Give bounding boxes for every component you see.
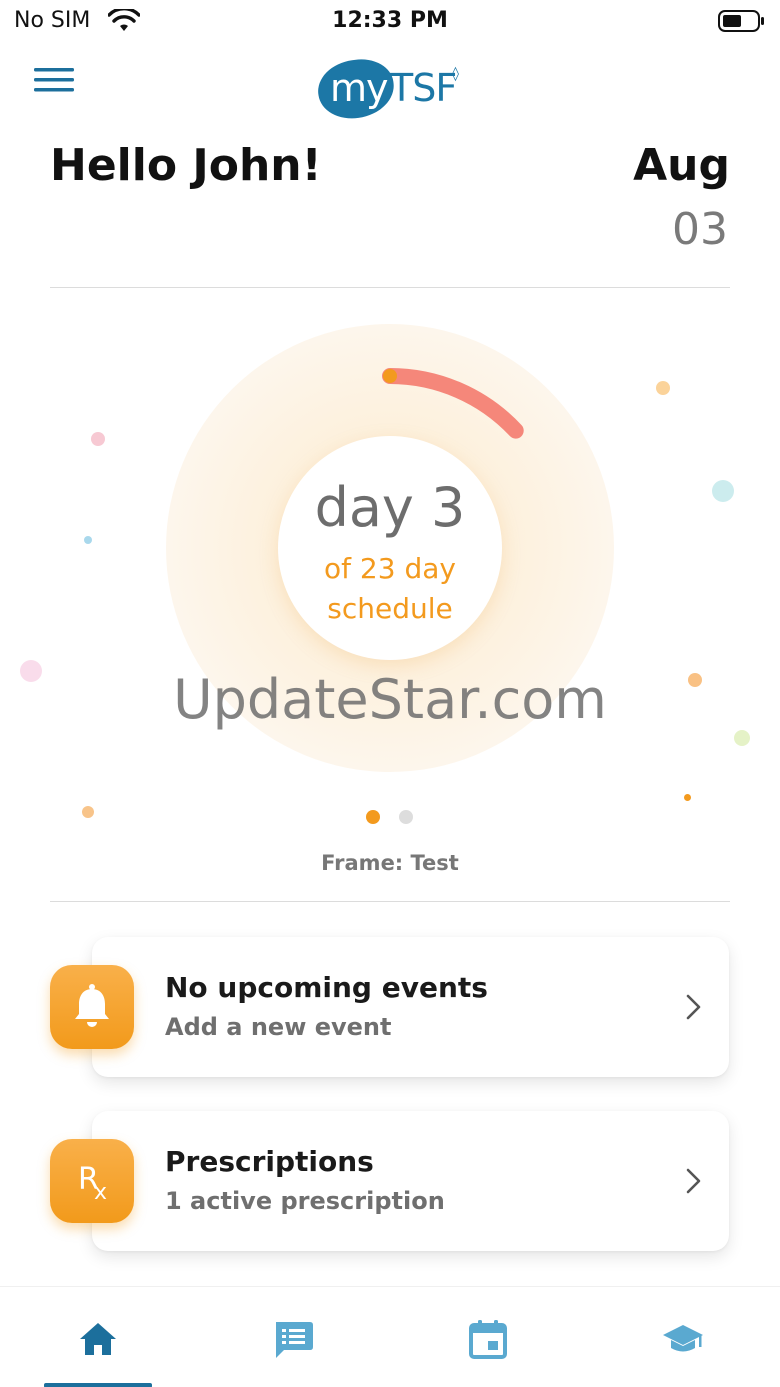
chevron-right-icon — [686, 994, 701, 1020]
nav-home[interactable] — [0, 1287, 195, 1387]
events-card-title: No upcoming events — [165, 971, 488, 1004]
nav-education[interactable] — [585, 1287, 780, 1387]
rx-icon[interactable]: R x — [50, 1139, 134, 1223]
frame-label: Frame: Test — [321, 851, 459, 875]
date-month: Aug — [633, 140, 730, 191]
hamburger-menu-icon[interactable] — [34, 64, 74, 96]
education-icon — [663, 1325, 703, 1352]
decor-dot — [656, 381, 670, 395]
status-bar: No SIM 12:33 PM — [0, 0, 780, 44]
bell-icon[interactable] — [50, 965, 134, 1049]
chevron-right-icon — [686, 1168, 701, 1194]
date-day: 03 — [672, 204, 728, 255]
events-card[interactable]: No upcoming events Add a new event — [92, 937, 729, 1077]
decor-dot — [684, 794, 691, 801]
nav-messages[interactable] — [195, 1287, 390, 1387]
decor-dot — [712, 480, 734, 502]
nav-active-underline — [44, 1383, 152, 1387]
calendar-icon — [469, 1320, 507, 1359]
decor-dot — [734, 730, 750, 746]
progress-arc — [382, 368, 524, 439]
prescriptions-card[interactable]: Prescriptions 1 active prescription — [92, 1111, 729, 1251]
greeting-title: Hello John! — [50, 140, 322, 191]
battery-icon — [718, 10, 764, 32]
divider — [50, 287, 730, 288]
logo-mark: ◊ — [452, 66, 459, 82]
total-days-label: of 23 day — [324, 552, 456, 585]
app-logo: my TSF ◊ — [314, 54, 476, 124]
watermark: UpdateStar.com — [173, 668, 607, 731]
schedule-label: schedule — [327, 592, 453, 625]
page-dot[interactable] — [399, 810, 413, 824]
status-time: 12:33 PM — [332, 8, 448, 33]
nav-calendar[interactable] — [390, 1287, 585, 1387]
events-card-subtitle: Add a new event — [165, 1013, 392, 1041]
page-dot-active[interactable] — [366, 810, 380, 824]
logo-my-text: my — [330, 66, 389, 110]
decor-dot — [91, 432, 105, 446]
home-icon — [80, 1323, 116, 1355]
page-indicator — [0, 810, 780, 824]
divider — [50, 901, 730, 902]
logo-tsf-text: TSF — [390, 66, 457, 110]
progress-start-dot — [383, 369, 397, 383]
bottom-nav — [0, 1286, 780, 1387]
prescriptions-card-title: Prescriptions — [165, 1145, 374, 1178]
messages-icon — [276, 1322, 313, 1358]
day-label: day 3 — [314, 476, 466, 539]
day-counter-circle[interactable]: day 3 of 23 day schedule — [278, 436, 502, 660]
prescriptions-card-subtitle: 1 active prescription — [165, 1187, 445, 1215]
svg-text:x: x — [94, 1180, 107, 1205]
decor-dot — [84, 536, 92, 544]
